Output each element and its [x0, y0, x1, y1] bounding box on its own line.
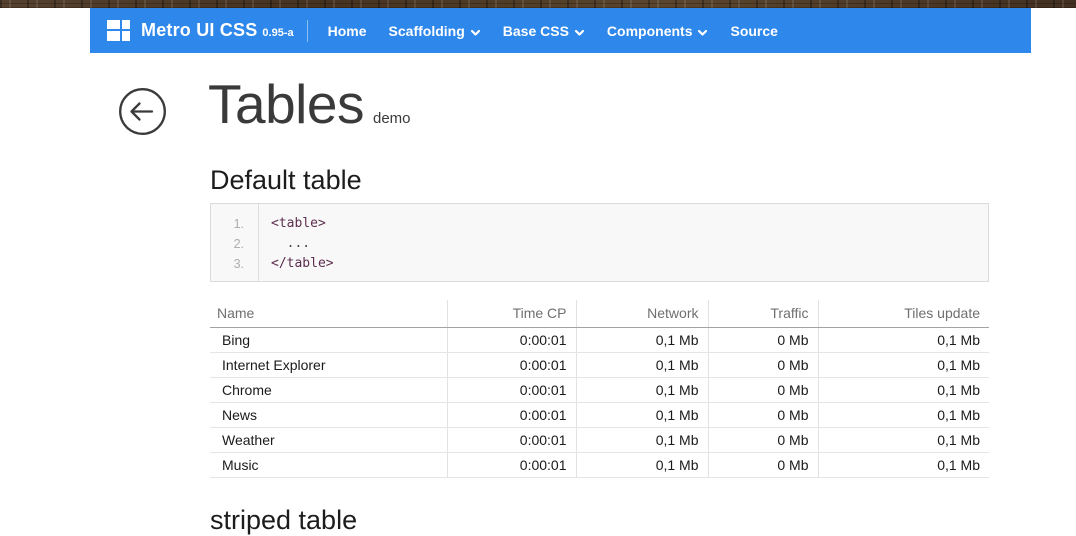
- code-line-number: 3.: [211, 254, 258, 274]
- table-row: Music0:00:010,1 Mb0 Mb0,1 Mb: [210, 452, 989, 477]
- table-row: Chrome0:00:010,1 Mb0 Mb0,1 Mb: [210, 377, 989, 402]
- code-line-number: 2.: [211, 234, 258, 254]
- table-cell: 0,1 Mb: [818, 377, 989, 402]
- navbar-item-label: Base CSS: [503, 23, 569, 39]
- section-heading-default-table: Default table: [210, 165, 362, 195]
- chevron-down-icon: [470, 29, 481, 37]
- table-cell: 0,1 Mb: [818, 427, 989, 452]
- table-cell: 0:00:01: [447, 352, 576, 377]
- navbar-item-label: Scaffolding: [389, 23, 465, 39]
- table-body: Bing0:00:010,1 Mb0 Mb0,1 MbInternet Expl…: [210, 327, 989, 477]
- table-row: News0:00:010,1 Mb0 Mb0,1 Mb: [210, 402, 989, 427]
- navbar: Metro UI CSS 0.95-a Home Scaffolding Bas…: [90, 8, 1031, 53]
- background-texture-strip: [0, 0, 1076, 8]
- code-gutter-divider: [258, 204, 259, 281]
- table-column-header: Traffic: [708, 300, 818, 327]
- code-lines: 1. <table> 2. ... 3. </table>: [211, 214, 988, 274]
- table-cell: Internet Explorer: [210, 352, 447, 377]
- table-cell: 0,1 Mb: [576, 402, 708, 427]
- metro-tiles-logo-icon[interactable]: [107, 20, 130, 41]
- table-cell: 0:00:01: [447, 452, 576, 477]
- table-cell: Chrome: [210, 377, 447, 402]
- navbar-menu: Home Scaffolding Base CSS Components Sou…: [308, 8, 789, 53]
- code-text: <table>: [258, 214, 326, 234]
- page-header: Tables demo: [208, 74, 411, 134]
- table-cell: 0:00:01: [447, 327, 576, 352]
- table-cell: 0 Mb: [708, 402, 818, 427]
- code-text: ...: [258, 234, 310, 254]
- page-subtitle: demo: [373, 110, 411, 127]
- navbar-item-label: Components: [607, 23, 693, 39]
- table-cell: 0,1 Mb: [818, 402, 989, 427]
- table-cell: 0:00:01: [447, 427, 576, 452]
- table-cell: Music: [210, 452, 447, 477]
- table-cell: 0 Mb: [708, 352, 818, 377]
- table-cell: 0,1 Mb: [818, 352, 989, 377]
- table-cell: 0,1 Mb: [576, 427, 708, 452]
- code-line-number: 1.: [211, 214, 258, 234]
- code-text: </table>: [258, 254, 334, 274]
- table-cell: 0 Mb: [708, 377, 818, 402]
- brand-version: 0.95-a: [262, 27, 293, 39]
- back-button[interactable]: [118, 87, 168, 137]
- table-column-header: Network: [576, 300, 708, 327]
- table-cell: News: [210, 402, 447, 427]
- code-line: 2. ...: [211, 234, 988, 254]
- navbar-item-source[interactable]: Source: [719, 8, 788, 53]
- code-block: 1. <table> 2. ... 3. </table>: [210, 203, 989, 282]
- table-cell: 0,1 Mb: [576, 327, 708, 352]
- navbar-item-home[interactable]: Home: [317, 8, 378, 53]
- code-line: 3. </table>: [211, 254, 988, 274]
- navbar-item-scaffolding[interactable]: Scaffolding: [378, 8, 492, 53]
- page-title: Tables: [208, 74, 364, 134]
- navbar-item-label: Home: [328, 23, 367, 39]
- table-cell: 0:00:01: [447, 402, 576, 427]
- navbar-item-base-css[interactable]: Base CSS: [492, 8, 596, 53]
- table-cell: 0:00:01: [447, 377, 576, 402]
- table-cell: 0 Mb: [708, 427, 818, 452]
- default-table: NameTime CPNetworkTrafficTiles update Bi…: [210, 300, 989, 478]
- logo-tile: [107, 20, 120, 29]
- logo-tile: [122, 20, 130, 29]
- table-cell: 0 Mb: [708, 327, 818, 352]
- table-header-row: NameTime CPNetworkTrafficTiles update: [210, 300, 989, 327]
- brand-name: Metro UI CSS: [141, 20, 257, 41]
- table-cell: 0,1 Mb: [576, 377, 708, 402]
- table-column-header: Name: [210, 300, 447, 327]
- chevron-down-icon: [697, 29, 708, 37]
- arrow-left-circle-icon: [118, 87, 168, 137]
- table-header: NameTime CPNetworkTrafficTiles update: [210, 300, 989, 327]
- navbar-item-components[interactable]: Components: [596, 8, 720, 53]
- logo-tile: [122, 31, 130, 41]
- table-column-header: Time CP: [447, 300, 576, 327]
- table-cell: 0,1 Mb: [818, 452, 989, 477]
- code-line: 1. <table>: [211, 214, 988, 234]
- table-cell: 0,1 Mb: [576, 452, 708, 477]
- chevron-down-icon: [574, 29, 585, 37]
- table-row: Internet Explorer0:00:010,1 Mb0 Mb0,1 Mb: [210, 352, 989, 377]
- brand-link[interactable]: Metro UI CSS 0.95-a: [141, 20, 294, 41]
- table-row: Weather0:00:010,1 Mb0 Mb0,1 Mb: [210, 427, 989, 452]
- table-cell: 0 Mb: [708, 452, 818, 477]
- table-column-header: Tiles update: [818, 300, 989, 327]
- navbar-item-label: Source: [730, 23, 777, 39]
- table-cell: Weather: [210, 427, 447, 452]
- table-cell: Bing: [210, 327, 447, 352]
- section-heading-striped-table: striped table: [210, 505, 357, 535]
- table-cell: 0,1 Mb: [818, 327, 989, 352]
- table-cell: 0,1 Mb: [576, 352, 708, 377]
- table-row: Bing0:00:010,1 Mb0 Mb0,1 Mb: [210, 327, 989, 352]
- logo-tile: [107, 31, 120, 41]
